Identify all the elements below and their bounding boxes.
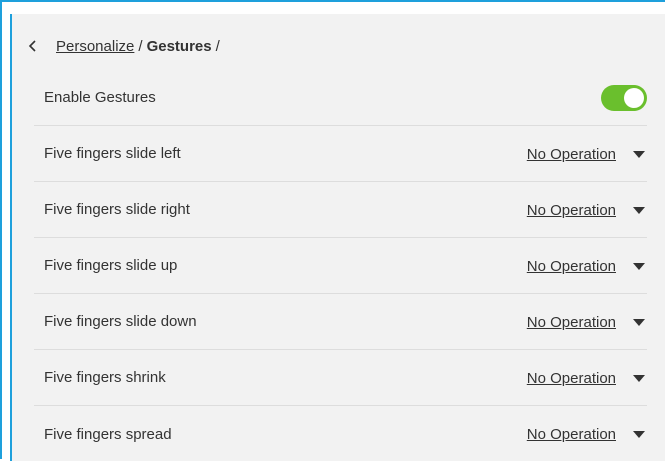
dropdown-value: No Operation <box>526 145 616 163</box>
dropdown-value: No Operation <box>526 425 616 443</box>
enable-gestures-toggle[interactable] <box>601 85 647 111</box>
caret-down-icon <box>633 374 645 382</box>
caret-down-icon <box>633 430 645 438</box>
dropdown-value: No Operation <box>526 313 616 331</box>
gesture-row-slide-left: Five fingers slide left No Operation <box>34 126 647 182</box>
caret-down-icon <box>633 318 645 326</box>
gesture-row-slide-up: Five fingers slide up No Operation <box>34 238 647 294</box>
caret-down-icon <box>633 150 645 158</box>
caret-down-icon <box>633 262 645 270</box>
back-chevron-icon[interactable] <box>24 37 42 55</box>
breadcrumb-trailing-separator: / <box>215 37 220 55</box>
gesture-row-slide-right: Five fingers slide right No Operation <box>34 182 647 238</box>
gesture-action-dropdown[interactable]: No Operation <box>527 182 647 238</box>
gesture-action-dropdown[interactable]: No Operation <box>527 350 647 406</box>
dropdown-value: No Operation <box>526 257 616 275</box>
gesture-row-shrink: Five fingers shrink No Operation <box>34 350 647 406</box>
settings-list: Enable Gestures Five fingers slide left … <box>34 82 647 462</box>
gesture-action-dropdown[interactable]: No Operation <box>527 238 647 294</box>
toggle-knob <box>624 88 644 108</box>
gesture-row-slide-down: Five fingers slide down No Operation <box>34 294 647 350</box>
dropdown-value: No Operation <box>526 369 616 387</box>
caret-down-icon <box>633 206 645 214</box>
breadcrumb-personalize-link[interactable]: Personalize <box>56 38 134 55</box>
gesture-action-dropdown[interactable]: No Operation <box>527 126 647 182</box>
gesture-action-dropdown[interactable]: No Operation <box>527 294 647 350</box>
breadcrumb-separator: / <box>138 37 143 55</box>
breadcrumb-current: Gestures <box>146 37 212 55</box>
gesture-row-spread: Five fingers spread No Operation <box>34 406 647 462</box>
dropdown-value: No Operation <box>526 201 616 219</box>
window-frame: Personalize / Gestures / Enable Gestures… <box>0 0 665 461</box>
breadcrumb: Personalize / Gestures / <box>24 36 224 56</box>
enable-gestures-row: Enable Gestures <box>34 70 647 126</box>
settings-panel: Personalize / Gestures / Enable Gestures… <box>10 14 665 461</box>
enable-gestures-label: Enable Gestures <box>44 89 156 106</box>
gesture-action-dropdown[interactable]: No Operation <box>527 406 647 462</box>
